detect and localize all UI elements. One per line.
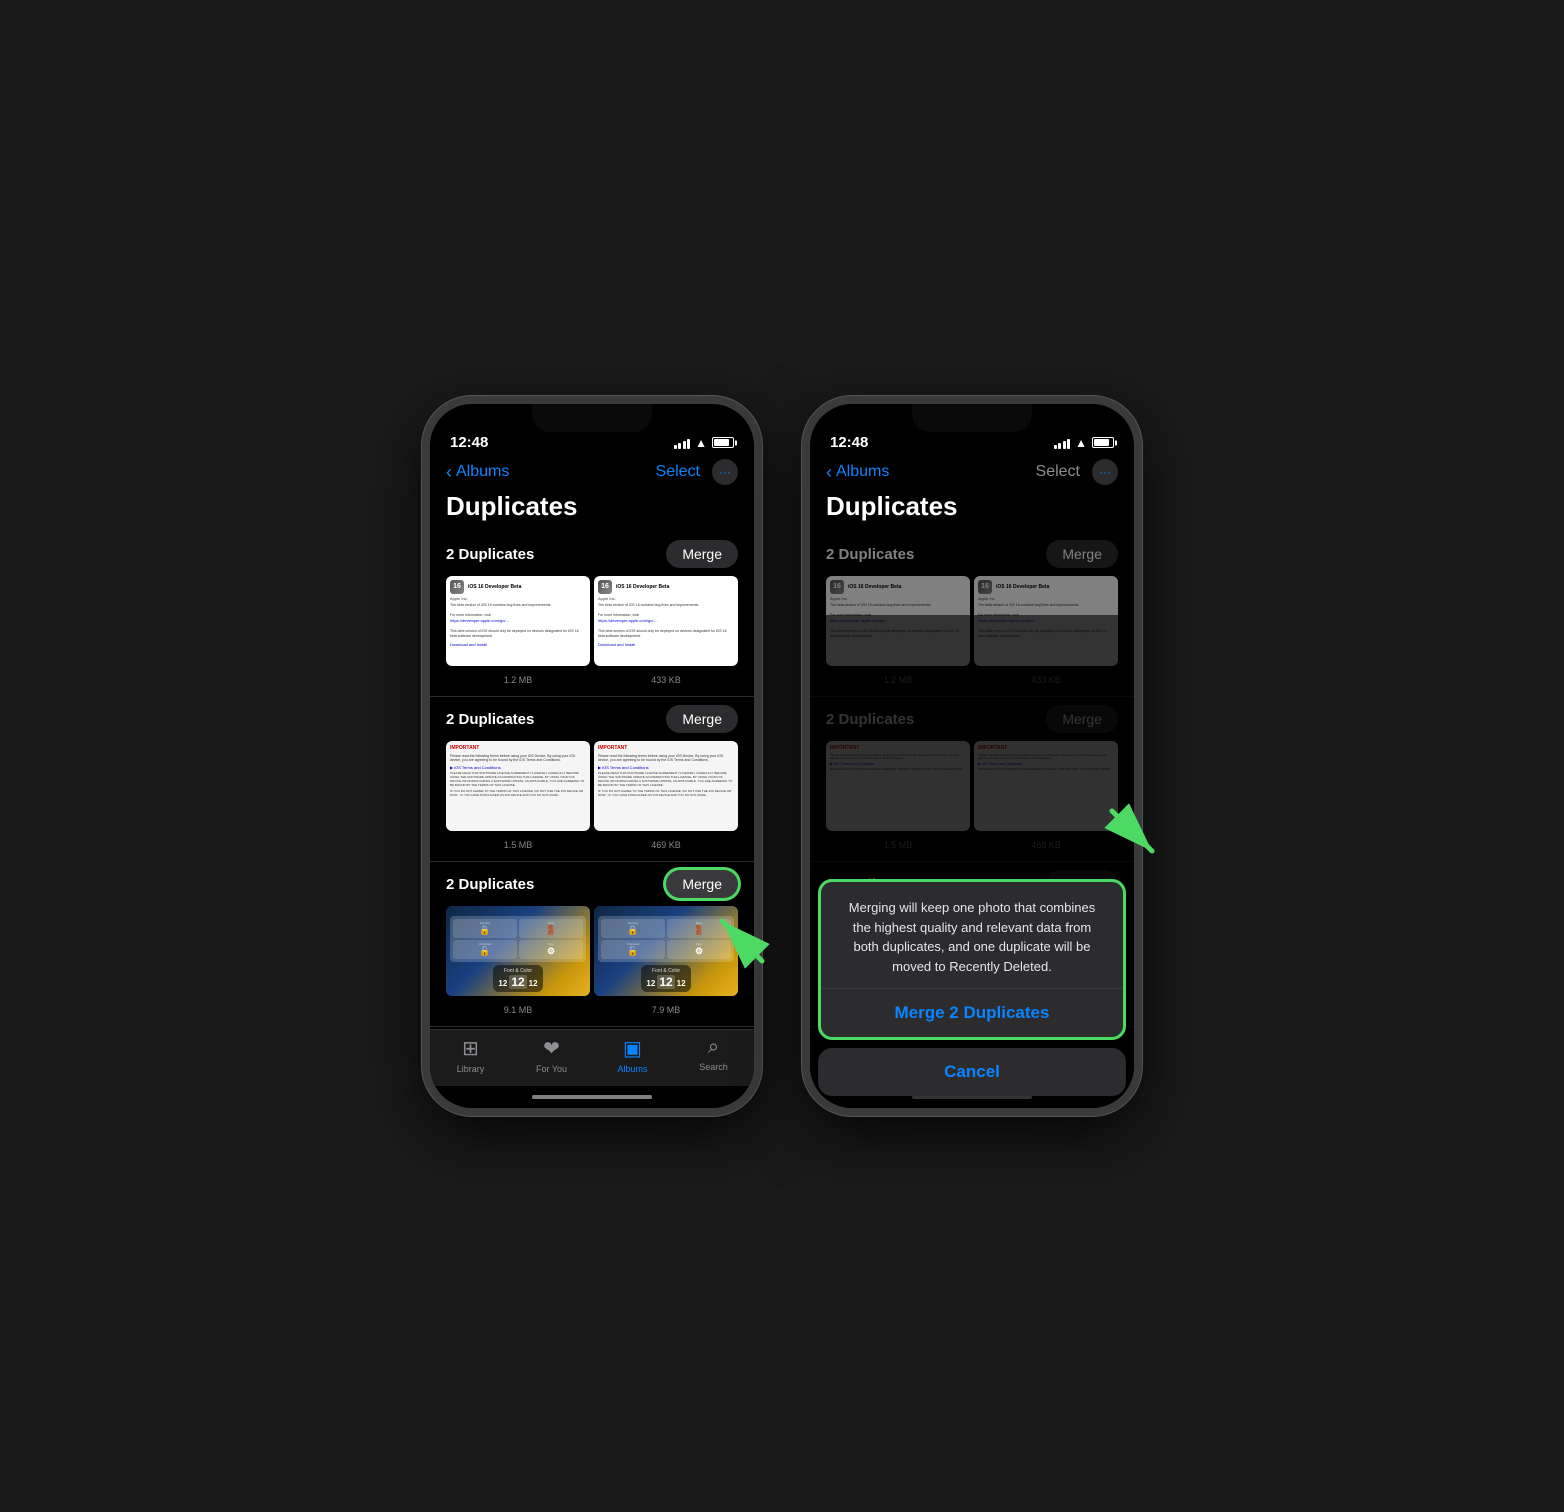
right-cancel-btn[interactable]: Cancel xyxy=(818,1048,1126,1096)
left-tab-library-icon: ⊞ xyxy=(462,1036,479,1061)
left-tab-search-label: Search xyxy=(699,1062,728,1072)
left-group-1-size-1: 1.2 MB xyxy=(504,675,533,685)
left-group-2-size-1: 1.5 MB xyxy=(504,840,533,850)
left-group-1-photos: 16 iOS 16 Developer Beta Apple Inc. The … xyxy=(446,576,738,666)
left-status-bar: 12:48 ▲ xyxy=(430,404,754,455)
left-group-1-photo-2: 16 iOS 16 Developer Beta Apple Inc. The … xyxy=(594,576,738,666)
right-back-button[interactable]: ‹ Albums xyxy=(826,462,889,483)
left-tab-search[interactable]: ⌕ Search xyxy=(673,1036,754,1074)
left-group-3-photos: 12:24 Security 🔒 xyxy=(446,906,738,996)
left-group-2-size-2: 469 KB xyxy=(651,840,681,850)
left-battery-icon xyxy=(712,437,734,448)
right-green-arrow-svg xyxy=(1092,801,1172,881)
left-tab-albums[interactable]: ▣ Albums xyxy=(592,1036,673,1074)
right-group-1-title: 2 Duplicates xyxy=(826,546,914,563)
right-phone-wrapper: 12:48 ▲ xyxy=(802,396,1142,1116)
left-tab-for-you[interactable]: ❤ For You xyxy=(511,1036,592,1074)
left-tab-foryou-icon: ❤ xyxy=(543,1036,560,1061)
left-phone: 12:48 ▲ xyxy=(422,396,762,1116)
right-phone: 12:48 ▲ xyxy=(802,396,1142,1116)
left-group-1-photo-1: 16 iOS 16 Developer Beta Apple Inc. The … xyxy=(446,576,590,666)
left-tab-albums-icon: ▣ xyxy=(623,1036,642,1061)
left-nav-actions: Select ··· xyxy=(656,459,738,485)
right-action-sheet: Merging will keep one photo that combine… xyxy=(810,871,1134,1108)
right-group-1-merge-btn: Merge xyxy=(1046,540,1118,568)
dialog-arrow-indicator xyxy=(1092,801,1172,886)
left-group-1: 2 Duplicates Merge 16 iOS 16 Developer B… xyxy=(430,532,754,697)
left-select-button[interactable]: Select xyxy=(656,463,700,481)
left-tab-search-icon: ⌕ xyxy=(708,1036,719,1059)
left-phone-screen: 12:48 ▲ xyxy=(430,404,754,1108)
left-group-3-photo-1: 12:24 Security 🔒 xyxy=(446,906,590,996)
left-group-3-size-1: 9.1 MB xyxy=(504,1005,533,1015)
right-battery-icon xyxy=(1092,437,1114,448)
right-wifi-icon: ▲ xyxy=(1075,436,1087,450)
left-more-button[interactable]: ··· xyxy=(712,459,738,485)
right-status-icons: ▲ xyxy=(1054,436,1114,450)
left-tab-library-label: Library xyxy=(457,1064,485,1074)
left-group-1-size-2: 433 KB xyxy=(651,675,681,685)
green-arrow-svg xyxy=(702,891,782,971)
left-tab-albums-label: Albums xyxy=(617,1064,647,1074)
left-time: 12:48 xyxy=(450,434,488,451)
left-group-3-header: 2 Duplicates Merge xyxy=(446,870,738,898)
right-back-label: Albums xyxy=(836,463,889,481)
left-tab-foryou-label: For You xyxy=(536,1064,567,1074)
right-merge-confirm-btn[interactable]: Merge 2 Duplicates xyxy=(821,989,1123,1037)
right-action-sheet-content: Merging will keep one photo that combine… xyxy=(818,879,1126,1040)
left-group-2-title: 2 Duplicates xyxy=(446,711,534,728)
right-dialog-message: Merging will keep one photo that combine… xyxy=(821,882,1123,989)
left-group-1-header: 2 Duplicates Merge xyxy=(446,540,738,568)
left-group-1-sizes: 1.2 MB 433 KB xyxy=(446,670,738,688)
left-back-button[interactable]: ‹ Albums xyxy=(446,462,509,483)
left-page-title: Duplicates xyxy=(430,491,754,532)
left-home-indicator xyxy=(430,1086,754,1108)
left-group-2-merge-btn[interactable]: Merge xyxy=(666,705,738,733)
left-signal-icon xyxy=(674,437,691,449)
left-status-icons: ▲ xyxy=(674,436,734,450)
right-page-title: Duplicates xyxy=(810,491,1134,532)
left-more-icon: ··· xyxy=(719,465,731,479)
left-nav-bar: ‹ Albums Select ··· xyxy=(430,455,754,491)
left-group-2-sizes: 1.5 MB 469 KB xyxy=(446,835,738,853)
left-group-2-photo-2: IMPORTANT Please read the following term… xyxy=(594,741,738,831)
right-status-bar: 12:48 ▲ xyxy=(810,404,1134,455)
left-group-2-photo-1: IMPORTANT Please read the following term… xyxy=(446,741,590,831)
right-group-1-header: 2 Duplicates Merge xyxy=(826,540,1118,568)
left-home-bar xyxy=(532,1095,652,1099)
left-tab-library[interactable]: ⊞ Library xyxy=(430,1036,511,1074)
left-back-label: Albums xyxy=(456,463,509,481)
left-group-2-header: 2 Duplicates Merge xyxy=(446,705,738,733)
right-phone-screen: 12:48 ▲ xyxy=(810,404,1134,1108)
merge-arrow-indicator xyxy=(702,891,782,976)
right-more-icon: ··· xyxy=(1099,465,1111,479)
left-tab-bar: ⊞ Library ❤ For You ▣ Albums ⌕ Search xyxy=(430,1029,754,1086)
right-nav-bar: ‹ Albums Select ··· xyxy=(810,455,1134,491)
scene: 12:48 ▲ xyxy=(422,396,1142,1116)
left-group-3-title: 2 Duplicates xyxy=(446,876,534,893)
right-dialog-overlay: Merging will keep one photo that combine… xyxy=(810,615,1134,1108)
right-time: 12:48 xyxy=(830,434,868,451)
right-nav-actions: Select ··· xyxy=(1036,459,1118,485)
right-select-button[interactable]: Select xyxy=(1036,463,1080,481)
left-group-3-sizes: 9.1 MB 7.9 MB xyxy=(446,1000,738,1018)
right-back-chevron: ‹ xyxy=(826,462,832,483)
left-group-1-title: 2 Duplicates xyxy=(446,546,534,563)
left-back-chevron: ‹ xyxy=(446,462,452,483)
right-more-button[interactable]: ··· xyxy=(1092,459,1118,485)
left-group-1-merge-btn[interactable]: Merge xyxy=(666,540,738,568)
left-wifi-icon: ▲ xyxy=(695,436,707,450)
right-signal-icon xyxy=(1054,437,1071,449)
left-phone-wrapper: 12:48 ▲ xyxy=(422,396,762,1116)
left-group-2-photos: IMPORTANT Please read the following term… xyxy=(446,741,738,831)
left-group-2: 2 Duplicates Merge IMPORTANT Please read… xyxy=(430,697,754,862)
left-group-3-size-2: 7.9 MB xyxy=(652,1005,681,1015)
